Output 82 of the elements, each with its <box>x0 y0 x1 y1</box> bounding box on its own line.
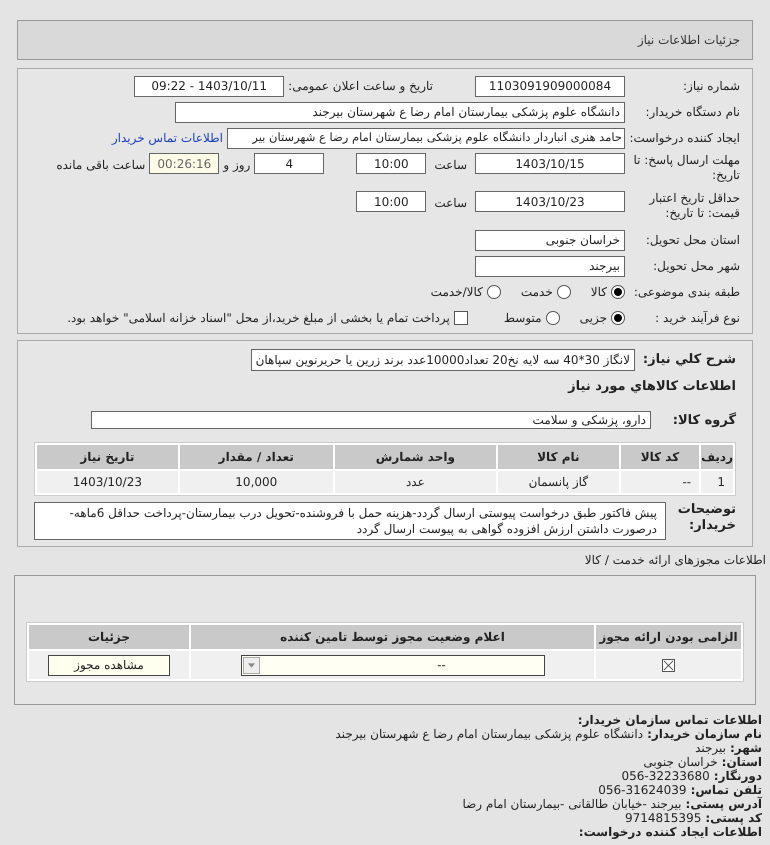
column-header: تعداد / مقدار <box>180 445 333 469</box>
contact-label: تلفن تماس: <box>690 783 762 797</box>
column-header: ردیف <box>701 445 733 469</box>
buyer-contact-link[interactable]: اطلاعات تماس خریدار <box>112 129 223 147</box>
view-license-button[interactable]: مشاهده مجوز <box>48 654 170 676</box>
field-label: شهر محل تحویل: <box>652 258 740 275</box>
caret-icon <box>242 656 260 674</box>
radio-button[interactable] <box>611 285 625 299</box>
page-title: جزئیات اطلاعات نیاز <box>638 32 740 49</box>
summary-field: لانگاز 30*40 سه لایه نخ20 تعداد10000عدد برند زرین یا حریرنوین سپاهان <box>250 349 635 371</box>
field-label: تاریخ و ساعت اعلان عمومی: <box>288 78 433 95</box>
table-cell: 10,000 <box>180 471 333 493</box>
status-dropdown[interactable]: -- <box>240 654 544 676</box>
province-field: خراسان جنوبی <box>475 230 625 250</box>
field-label: استان محل تحویل: <box>644 232 740 249</box>
summary-label: شرح كلي نياز: <box>642 351 736 370</box>
group-field: دارو، پزشکی و سلامت <box>91 411 651 430</box>
contact-label: آدرس پستی: <box>686 797 762 811</box>
contact-label: شهر: <box>730 741 762 755</box>
column-header: کد کالا <box>620 445 700 469</box>
buyer-org-field: دانشگاه علوم پزشکی بیمارستان امام رضا ع شهرستان بیرجند <box>175 102 625 122</box>
checkbox-label: پرداخت تمام یا بخشی از مبلغ خرید،از محل "اسناد خزانه اسلامی" خواهد بود. <box>67 310 450 327</box>
column-header: جزئیات <box>29 625 189 649</box>
field-label: ساعت <box>434 157 467 174</box>
contact-value: 056-32233680 <box>621 769 710 783</box>
notes-label: توضیحات خریدار: <box>676 502 736 534</box>
contact-label: کد پستی: <box>705 811 762 825</box>
field-label: ساعت <box>434 195 467 212</box>
contact-value: خراسان جنوبی <box>643 755 718 769</box>
contact-value: بیرجند <box>695 741 726 755</box>
column-header: واحد شمارش <box>334 445 496 469</box>
section-heading: اطلاعات كالاهاي مورد نياز <box>566 378 736 396</box>
field-label: نوع فرآیند خرید : <box>654 310 740 327</box>
radio-button[interactable] <box>486 285 501 299</box>
contact-value: دانشگاه علوم پزشکی بیمارستان امام رضا ع شهرستان بیرجند <box>335 727 644 741</box>
radio-label: متوسط <box>504 310 542 327</box>
need-number-field: 1103091909000084 <box>475 76 625 96</box>
field-label: نام دستگاه خریدار: <box>644 104 740 121</box>
licenses-heading: اطلاعات مجوزهای ارائه خدمت / کالا <box>584 552 767 569</box>
remaining-time-field: 00:26:16 <box>149 153 220 174</box>
table-cell: -- <box>620 471 700 493</box>
column-header: نام کالا <box>498 445 619 469</box>
radio-button[interactable] <box>556 285 571 299</box>
field-label: روز و <box>223 157 250 174</box>
contact-title: اطلاعات تماس سازمان خریدار: <box>576 713 762 727</box>
radio-label: کالا <box>590 284 607 301</box>
table-cell: 1 <box>701 471 733 493</box>
contact-label: استان: <box>722 755 762 769</box>
checkbox[interactable] <box>454 311 468 325</box>
radio-button[interactable] <box>611 311 625 325</box>
table-cell: گاز پانسمان <box>498 471 619 493</box>
column-header: تاریخ نیاز <box>37 445 178 469</box>
field-label: شماره نیاز: <box>682 78 740 95</box>
group-label: گروه کالا: <box>672 411 736 430</box>
contact-title: اطلاعات ایجاد کننده درخواست: <box>578 825 762 839</box>
contact-value: 056-31624039 <box>598 783 687 797</box>
radio-label: کالا/خدمت <box>430 284 483 301</box>
radio-button[interactable] <box>546 311 560 325</box>
deadline-date-field: 1403/10/15 <box>475 153 625 174</box>
contact-label: دورنگار: <box>714 769 762 783</box>
field-label: مهلت ارسال پاسخ: تا تاریخ: <box>632 153 740 183</box>
validity-date-field: 1403/10/23 <box>475 191 625 212</box>
field-label: حداقل تاریخ اعتبار قیمت: تا تاریخ: <box>648 191 740 221</box>
field-label: ایجاد کننده درخواست: <box>628 130 740 147</box>
column-header: الزامی بودن ارائه مجوز <box>596 625 741 649</box>
days-field: 4 <box>254 153 324 174</box>
table-cell: عدد <box>334 471 496 493</box>
announce-date-field: 1403/10/11 - 09:22 <box>134 76 284 96</box>
column-header: اعلام وضعیت مجوز توسط تامین کننده <box>191 625 594 649</box>
city-field: بیرجند <box>475 256 625 276</box>
contact-value: بیرجند -خیابان طالقانی -بیمارستان امام رضا <box>462 797 682 811</box>
notes-field: پیش فاکتور طبق درخواست پیوستی ارسال گردد-هزینه حمل با فروشنده-تحویل درب بیمارستان-پرداخت حداقل 6ماهه-درصورت داشتن ارزش افزوده گواهی به پیوست ارسال گردد <box>34 502 666 540</box>
radio-label: جزیی <box>580 310 607 327</box>
contact-label: نام سازمان خریدار: <box>647 727 762 741</box>
validity-time-field: 10:00 <box>356 191 426 212</box>
deadline-time-field: 10:00 <box>356 153 426 174</box>
field-label: طبقه بندی موضوعی: <box>632 284 740 301</box>
requester-field: حامد هنری انباردار دانشگاه علوم پزشکی بیمارستان امام رضا ع شهرستان بیر <box>227 128 625 148</box>
contact-value: 9714815395 <box>624 811 702 825</box>
field-label: ساعت باقی مانده <box>56 157 146 174</box>
radio-label: خدمت <box>520 284 553 301</box>
table-cell: 1403/10/23 <box>37 471 178 493</box>
